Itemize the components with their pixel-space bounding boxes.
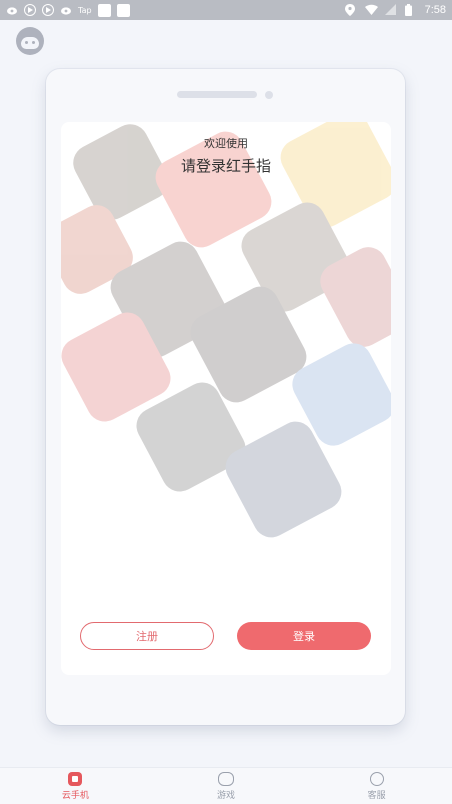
avatar[interactable] bbox=[16, 27, 44, 55]
nav-label: 客服 bbox=[367, 791, 386, 801]
phone-speaker bbox=[177, 91, 257, 98]
wifi-icon bbox=[364, 4, 378, 16]
nav-item-games[interactable]: 游戏 bbox=[151, 768, 302, 804]
square-icon bbox=[116, 3, 130, 17]
square-icon bbox=[97, 3, 111, 17]
play-icon bbox=[24, 4, 36, 16]
phone-camera bbox=[265, 91, 273, 99]
location-icon bbox=[344, 4, 357, 16]
tap-text: Tap bbox=[78, 5, 92, 15]
battery-icon bbox=[404, 4, 417, 16]
login-button[interactable]: 登录 bbox=[237, 622, 371, 650]
welcome-text: 欢迎使用 bbox=[204, 137, 248, 150]
login-card: 欢迎使用 请登录红手指 注册 登录 bbox=[61, 122, 391, 675]
login-headline: 请登录红手指 bbox=[180, 157, 271, 175]
mascot-icon bbox=[21, 37, 39, 49]
status-time: 7:58 bbox=[424, 4, 446, 16]
register-button[interactable]: 注册 bbox=[80, 622, 214, 650]
status-right-icons: 7:58 bbox=[344, 4, 446, 16]
weibo-icon bbox=[6, 4, 18, 16]
nav-item-service[interactable]: 客服 bbox=[301, 768, 452, 804]
game-art-collage bbox=[61, 122, 391, 544]
bottom-nav: 云手机 游戏 客服 bbox=[0, 767, 452, 804]
nav-label: 云手机 bbox=[61, 791, 89, 801]
weibo-icon bbox=[60, 4, 72, 16]
nav-label: 游戏 bbox=[217, 791, 236, 801]
status-left-icons: Tap bbox=[6, 3, 130, 17]
cloud-phone-icon bbox=[68, 772, 83, 786]
signal-icon bbox=[384, 4, 397, 16]
phone-frame: 欢迎使用 请登录红手指 注册 登录 bbox=[46, 69, 405, 725]
gamepad-icon bbox=[218, 772, 234, 786]
nav-item-cloud-phone[interactable]: 云手机 bbox=[0, 768, 151, 804]
play-icon bbox=[42, 4, 54, 16]
status-bar: Tap 7:58 bbox=[0, 0, 452, 20]
headset-icon bbox=[369, 772, 384, 786]
